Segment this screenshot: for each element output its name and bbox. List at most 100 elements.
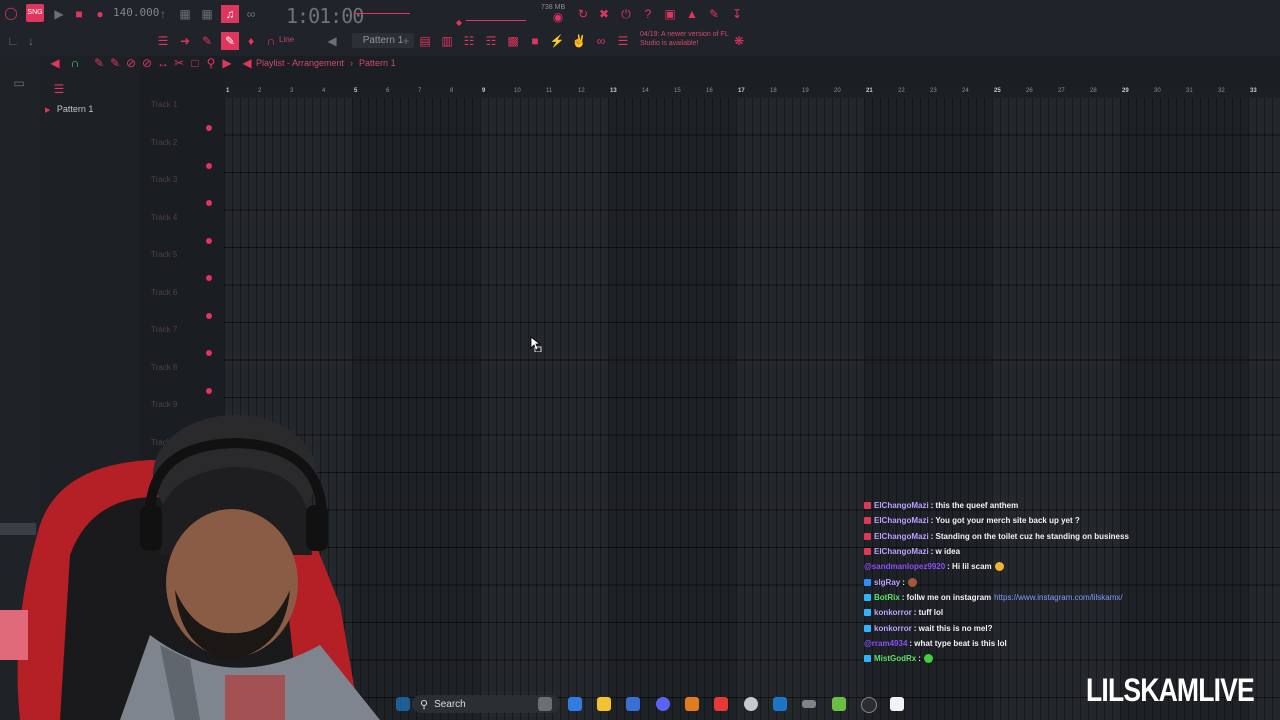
- paint-tool-icon[interactable]: ✎: [221, 32, 239, 50]
- snap-magnet-icon[interactable]: ∩: [68, 56, 82, 70]
- master-volume-slider[interactable]: [354, 13, 410, 14]
- channel-rack-icon[interactable]: ☶: [484, 34, 498, 48]
- track-mute-led[interactable]: [206, 125, 212, 131]
- collapse-icon[interactable]: ∟: [6, 34, 20, 48]
- blend-icon[interactable]: ▦: [200, 7, 214, 21]
- track-label[interactable]: Track 6: [151, 288, 177, 297]
- chat-message: @sandmanlopez9920: Hi lil scam: [864, 559, 1264, 574]
- chat-text: : You got your merch site back up yet ?: [930, 516, 1080, 526]
- stamp-icon[interactable]: ♦: [244, 34, 258, 48]
- song-mode-icon[interactable]: SNG: [26, 4, 44, 22]
- tools-icon[interactable]: ✖: [597, 7, 611, 21]
- track-label[interactable]: Track 8: [151, 363, 177, 372]
- countdown-icon[interactable]: ▦: [178, 7, 192, 21]
- breadcrumb-current[interactable]: Pattern 1: [359, 58, 396, 68]
- arrow-icon[interactable]: ➜: [178, 34, 192, 48]
- zoom-tool-icon[interactable]: ⚲: [204, 56, 218, 70]
- taskbar-steam-icon[interactable]: [773, 697, 787, 711]
- taskbar-files-icon[interactable]: [597, 697, 611, 711]
- track-mute-led[interactable]: [206, 200, 212, 206]
- draw-tool-icon[interactable]: ✎: [92, 56, 106, 70]
- track-label[interactable]: Track 3: [151, 175, 177, 184]
- project-icon[interactable]: ☰: [616, 34, 630, 48]
- pitch-knob-icon[interactable]: ◆: [452, 16, 466, 30]
- chat-message: BotRix: follw me on instagram https://www…: [864, 590, 1264, 605]
- master-pitch-slider[interactable]: [466, 20, 526, 21]
- slice-tool-icon[interactable]: ✂: [172, 56, 186, 70]
- taskbar-minecraft-icon[interactable]: [832, 697, 846, 711]
- chat-emote-icon: [923, 654, 933, 664]
- track-label[interactable]: Track 7: [151, 325, 177, 334]
- metronome-icon[interactable]: ♫: [221, 5, 239, 23]
- track-label[interactable]: Track 1: [151, 100, 177, 109]
- loop-record-icon[interactable]: ∞: [244, 7, 258, 21]
- news-icon[interactable]: ❋: [732, 34, 746, 48]
- chat-link[interactable]: https://www.instagram.com/lilskamx/: [994, 593, 1122, 602]
- playlist-view-icon[interactable]: ☰: [156, 34, 170, 48]
- ruler-bar-number: 32: [1218, 88, 1225, 94]
- taskbar-app2-icon[interactable]: [861, 697, 877, 713]
- track-mute-led[interactable]: [206, 350, 212, 356]
- paint-brush-icon[interactable]: ✎: [108, 56, 122, 70]
- arrow-left-icon[interactable]: ◀: [48, 56, 62, 70]
- pattern-prev-icon[interactable]: ◀: [325, 34, 339, 48]
- pointer-icon[interactable]: ↓: [24, 34, 38, 48]
- playlist-icon[interactable]: ▤: [418, 34, 432, 48]
- track-mute-led[interactable]: [206, 387, 212, 394]
- chat-text: : tuff lol: [913, 608, 944, 618]
- update-notice[interactable]: 04/19: A newer version of FL Studio is a…: [640, 30, 730, 52]
- pattern-add-icon[interactable]: +: [399, 34, 413, 48]
- delete-tool-icon[interactable]: ⊘: [124, 56, 138, 70]
- pencil-icon[interactable]: ✎: [200, 34, 214, 48]
- taskbar-obs-icon[interactable]: [744, 697, 758, 711]
- plugin-db-icon[interactable]: ■: [528, 34, 542, 48]
- playlist-menu-icon[interactable]: ☰: [52, 82, 66, 96]
- track-mute-led[interactable]: [206, 162, 212, 169]
- track-mute-led[interactable]: [206, 312, 212, 319]
- taskbar-capcut-icon[interactable]: [890, 697, 904, 711]
- taskbar-discord-icon[interactable]: [656, 697, 670, 711]
- piano-roll-icon[interactable]: ▥: [440, 34, 454, 48]
- mute-tool-icon[interactable]: ⊘: [140, 56, 154, 70]
- track-mute-led[interactable]: [206, 237, 212, 244]
- taskbar-fl-icon[interactable]: [685, 697, 699, 711]
- play-icon[interactable]: ▶: [52, 7, 66, 21]
- undo-history-icon[interactable]: ↻: [576, 7, 590, 21]
- track-mute-led[interactable]: [206, 275, 212, 281]
- slip-tool-icon[interactable]: ↔: [156, 56, 170, 70]
- snap-mode[interactable]: Line: [279, 35, 294, 44]
- plug-icon[interactable]: ⚡: [550, 34, 565, 48]
- chat-text: : Standing on the toilet cuz he standing…: [930, 531, 1129, 541]
- mixer-icon[interactable]: ☷: [462, 34, 476, 48]
- taskbar-store-icon[interactable]: [626, 697, 640, 711]
- help-icon[interactable]: ?: [641, 7, 655, 21]
- taskbar-app-explorer-icon[interactable]: [538, 697, 552, 711]
- link-icon[interactable]: ∞: [594, 34, 608, 48]
- track-label[interactable]: Track 4: [151, 213, 177, 222]
- taskbar-app-icon[interactable]: [802, 700, 816, 708]
- audio-input-icon[interactable]: ⏻: [619, 7, 633, 21]
- stop-icon[interactable]: ■: [72, 7, 86, 21]
- track-label[interactable]: Track 2: [151, 138, 177, 147]
- save-icon[interactable]: ▣: [663, 7, 677, 21]
- timeline-ruler[interactable]: 1 2 3 4 5 6 7 8 9 10 11 12 13 14 15 16 17 18 19 20 21 22 23 24 2…: [224, 86, 1280, 98]
- select-tool-icon[interactable]: □: [188, 56, 202, 70]
- fl-logo-icon[interactable]: ◯: [4, 6, 18, 20]
- playback-tool-icon[interactable]: ▶: [220, 56, 234, 70]
- download-icon[interactable]: ↧: [730, 7, 744, 21]
- track-label[interactable]: Track 5: [151, 250, 177, 259]
- magnet-icon[interactable]: ∩: [264, 34, 278, 48]
- plugin-icon[interactable]: ▲: [685, 7, 699, 21]
- taskbar-copilot-icon[interactable]: [568, 697, 582, 711]
- taskbar-brave-icon[interactable]: [714, 697, 728, 711]
- tempo-display[interactable]: 140.000: [113, 6, 159, 22]
- chat-icon[interactable]: ✎: [707, 7, 721, 21]
- menu-arrow-icon[interactable]: ◀: [240, 56, 254, 70]
- record-icon[interactable]: ●: [93, 7, 107, 21]
- pattern-list-item[interactable]: ▶ Pattern 1: [45, 104, 93, 114]
- browser-icon[interactable]: ▩: [506, 34, 520, 48]
- touch-icon[interactable]: ✌: [572, 34, 587, 48]
- browser-folder-icon[interactable]: ▭: [12, 76, 26, 90]
- wait-icon[interactable]: ↑: [156, 7, 170, 21]
- taskbar-widget-icon[interactable]: [396, 697, 410, 711]
